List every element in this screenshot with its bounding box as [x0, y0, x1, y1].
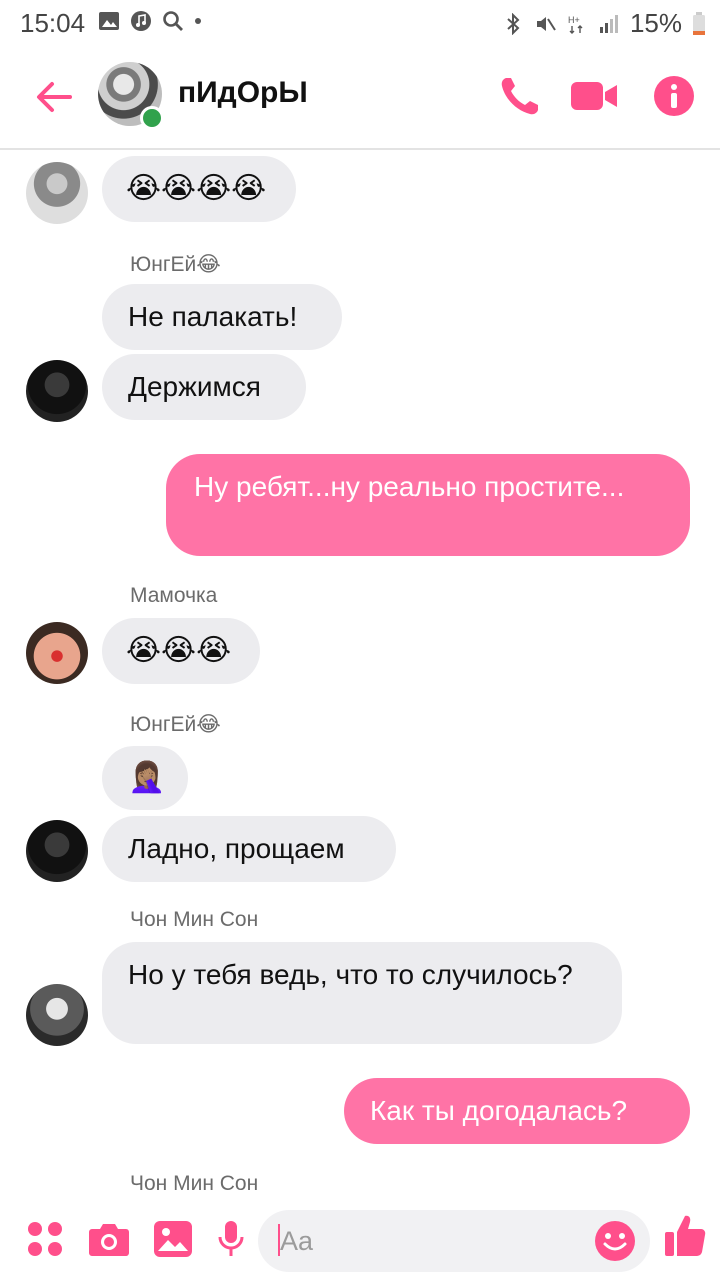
- gallery-icon: [154, 1221, 192, 1257]
- camera-icon: [89, 1224, 129, 1256]
- message-bubble[interactable]: Ладно, прощаем: [102, 816, 396, 882]
- message-bubble[interactable]: Не палакать!: [102, 284, 342, 350]
- info-button[interactable]: [646, 68, 702, 124]
- battery-icon: [693, 11, 705, 35]
- chat-header: пИдОрЫ: [0, 46, 720, 150]
- message-text: 🤦🏽‍♀️: [128, 761, 166, 794]
- message-text: Ну ребят...ну реально простите...: [194, 471, 625, 502]
- online-indicator: [140, 106, 164, 130]
- message-input[interactable]: [278, 1220, 582, 1262]
- avatar[interactable]: [26, 984, 88, 1046]
- video-camera-icon: [571, 82, 617, 110]
- status-left-icons: [98, 10, 202, 32]
- avatar[interactable]: [26, 162, 88, 224]
- message-composer: [0, 1202, 720, 1280]
- phone-icon: [501, 78, 538, 115]
- gallery-button[interactable]: [150, 1216, 196, 1262]
- sender-name: ЮнгЕй😂: [130, 713, 221, 736]
- message-text: 😭😭😭😭: [126, 172, 267, 205]
- dot-icon: [195, 18, 201, 24]
- message-bubble[interactable]: 😭😭😭: [102, 618, 260, 684]
- avatar[interactable]: [26, 820, 88, 882]
- message-text: Как ты догодалась?: [370, 1095, 628, 1126]
- sender-name: Чон Мин Сон: [130, 1172, 259, 1195]
- status-bar: 15:04 H+ 15%: [0, 0, 720, 46]
- apps-button[interactable]: [22, 1216, 68, 1262]
- message-bubble[interactable]: 🤦🏽‍♀️: [102, 746, 188, 810]
- network-h-plus-icon: H+: [568, 15, 583, 34]
- sender-name: Чон Мин Сон: [130, 908, 259, 931]
- avatar[interactable]: [26, 360, 88, 422]
- status-time: 15:04: [20, 8, 86, 38]
- message-text: Ладно, прощаем: [128, 833, 345, 864]
- battery-percentage: 15%: [629, 8, 682, 38]
- camera-button[interactable]: [86, 1216, 132, 1262]
- message-bubble[interactable]: Держимся: [102, 354, 306, 420]
- call-button[interactable]: [492, 68, 548, 124]
- status-right-icons: H+ 15%: [502, 8, 706, 39]
- microphone-button[interactable]: [208, 1216, 254, 1262]
- chat-title[interactable]: пИдОрЫ: [178, 76, 308, 110]
- image-notification-icon: [99, 12, 119, 30]
- svg-text:H+: H+: [568, 15, 580, 25]
- like-button[interactable]: [662, 1212, 708, 1258]
- music-notification-icon: [131, 11, 151, 31]
- sender-name: Мамочка: [130, 584, 218, 607]
- message-bubble-outgoing[interactable]: Как ты догодалась?: [344, 1078, 690, 1144]
- mute-icon: [536, 16, 556, 31]
- message-text: 😭😭😭: [126, 634, 232, 667]
- apps-icon: [28, 1222, 62, 1256]
- message-bubble[interactable]: 😭😭😭😭: [102, 156, 296, 222]
- info-icon: [654, 76, 694, 116]
- video-call-button[interactable]: [566, 68, 622, 124]
- back-arrow-icon[interactable]: [30, 72, 80, 122]
- message-bubble[interactable]: Но у тебя ведь, что то случилось?: [102, 942, 622, 1044]
- message-input-container[interactable]: [258, 1210, 650, 1272]
- microphone-icon: [218, 1221, 244, 1256]
- message-text: Держимся: [128, 371, 261, 402]
- emoji-icon[interactable]: [594, 1220, 636, 1262]
- avatar[interactable]: [26, 622, 88, 684]
- message-bubble-outgoing[interactable]: Ну ребят...ну реально простите...: [166, 454, 690, 556]
- sender-name: ЮнгЕй😂: [130, 253, 221, 276]
- message-text: Но у тебя ведь, что то случилось?: [128, 959, 573, 990]
- bluetooth-icon: [507, 12, 520, 35]
- message-list[interactable]: 😭😭😭😭 ЮнгЕй😂 Не палакать! Держимся Ну реб…: [0, 150, 720, 1200]
- signal-icon: [599, 14, 618, 33]
- thumbs-up-icon: [665, 1215, 706, 1256]
- message-text: Не палакать!: [128, 301, 298, 332]
- search-notification-icon: [163, 11, 183, 31]
